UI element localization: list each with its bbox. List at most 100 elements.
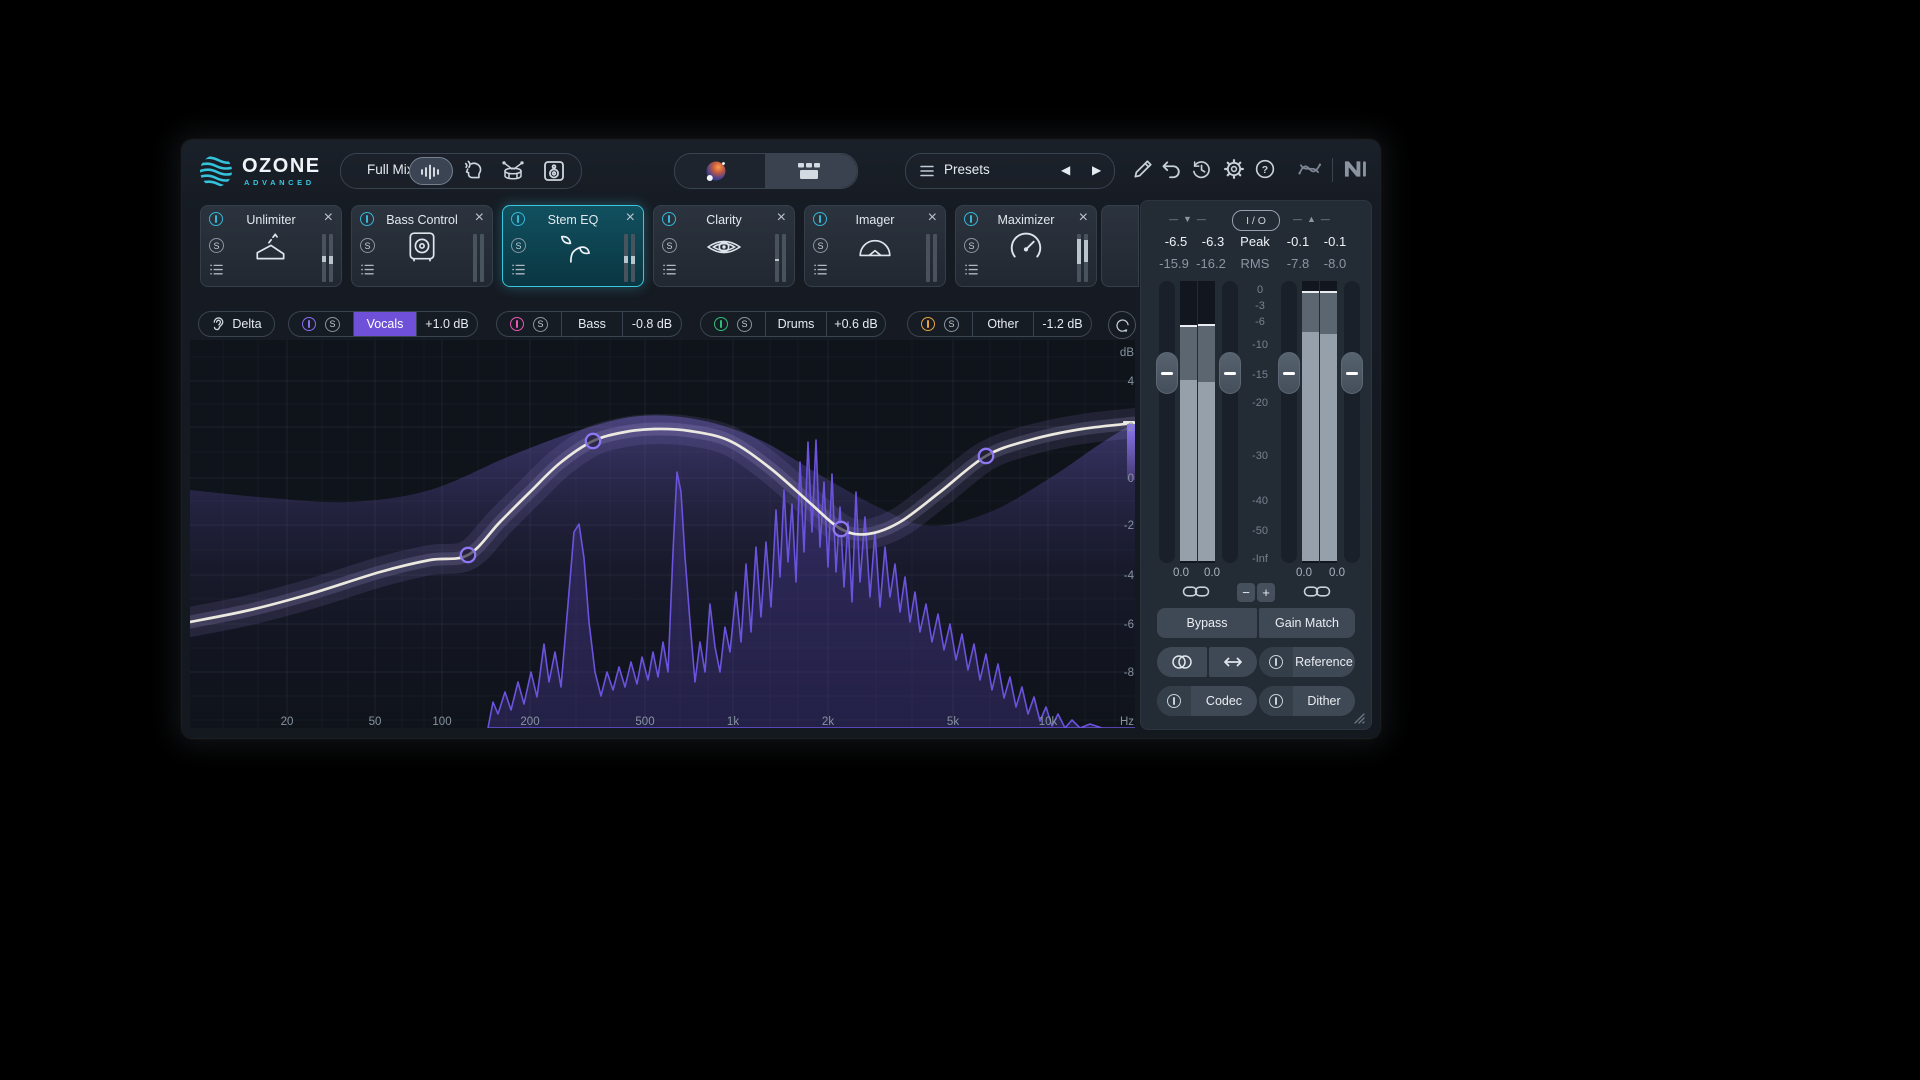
left-right-arrows-icon [1221, 656, 1245, 668]
stem-solo-button[interactable]: S [533, 317, 548, 332]
ear-icon [211, 316, 226, 333]
output-channel-link-icon[interactable] [1303, 584, 1331, 599]
eq-band-node-2[interactable] [586, 434, 600, 448]
stem-reset-button[interactable] [1108, 311, 1136, 339]
settings-gear-icon[interactable] [1223, 158, 1245, 180]
stem-eq-spectrum-view[interactable]: 20501002005001k2k5k10kHzdB420-2-4-6-8 [190, 340, 1135, 733]
codec-power-icon[interactable] [1167, 694, 1181, 708]
stem-power-toggle[interactable] [302, 317, 316, 331]
mono-stereo-button[interactable] [1157, 647, 1207, 677]
module-preset-list-icon[interactable] [511, 263, 526, 276]
stem-solo-button[interactable]: S [737, 317, 752, 332]
spectrum-mode-icon[interactable] [418, 160, 442, 184]
stem-gain-value[interactable]: -1.2 dB [1033, 312, 1091, 336]
edit-icon[interactable] [1132, 158, 1154, 180]
preset-list-icon[interactable] [919, 164, 935, 178]
gain-fader-handle-2[interactable] [1219, 352, 1241, 394]
db-tick-label: 4 [1128, 376, 1135, 388]
swap-channels-button[interactable] [1209, 647, 1257, 677]
app-title: OZONE [242, 155, 321, 178]
module-preset-list-icon[interactable] [360, 263, 375, 276]
reference-power-icon[interactable] [1269, 655, 1283, 669]
module-close-icon[interactable]: × [1079, 209, 1088, 227]
module-close-icon[interactable]: × [475, 209, 484, 227]
gain-fader-track-1[interactable] [1159, 281, 1175, 563]
preset-prev-button[interactable]: ◀ [1061, 163, 1070, 177]
stem-power-toggle[interactable] [921, 317, 935, 331]
module-close-icon[interactable]: × [928, 209, 937, 227]
module-meter-right [329, 234, 333, 282]
output-gain-right[interactable]: 0.0 [1319, 567, 1355, 579]
module-preset-list-icon[interactable] [209, 263, 224, 276]
meter-zoom-in-button[interactable]: + [1257, 583, 1275, 602]
preset-next-button[interactable]: ▶ [1092, 163, 1101, 177]
stem-group-drums: S Drums+0.6 dB [700, 311, 886, 337]
input-meter-collapse[interactable]: —▼— [1169, 214, 1206, 224]
module-close-icon[interactable]: × [777, 209, 786, 227]
module-close-icon[interactable]: × [626, 209, 635, 227]
stem-gain-value[interactable]: +0.6 dB [826, 312, 885, 336]
output-gain-left[interactable]: 0.0 [1286, 567, 1322, 579]
gain-fader-handle-3[interactable] [1278, 352, 1300, 394]
module-close-icon[interactable]: × [324, 209, 333, 227]
stem-power-toggle[interactable] [714, 317, 728, 331]
undo-icon[interactable] [1159, 158, 1181, 180]
output-meter-collapse[interactable]: —▲— [1293, 214, 1330, 224]
dither-button[interactable]: Dither [1259, 686, 1355, 716]
peak-label: Peak [1233, 234, 1277, 249]
io-toggle[interactable]: I / O [1232, 210, 1280, 231]
module-preset-list-icon[interactable] [813, 263, 828, 276]
eq-band-node-3[interactable] [834, 522, 848, 536]
vocal-mode-icon[interactable] [462, 159, 486, 183]
stem-gain-value[interactable]: -0.8 dB [622, 312, 681, 336]
module-card-unlimiter[interactable]: Unlimiter×S [200, 205, 342, 287]
module-title: Stem EQ [503, 213, 643, 227]
gain-fader-track-3[interactable] [1281, 281, 1297, 563]
meter-scale-label: -50 [1238, 525, 1282, 537]
input-channel-link-icon[interactable] [1182, 584, 1210, 599]
meter-zoom-out-button[interactable]: − [1237, 583, 1255, 602]
gain-match-button[interactable]: Gain Match [1259, 608, 1355, 638]
module-meter-left [473, 234, 477, 282]
stem-tab-vocals[interactable]: Vocals [353, 312, 416, 336]
history-icon[interactable] [1190, 158, 1212, 180]
gain-fader-handle-1[interactable] [1156, 352, 1178, 394]
detailed-view-icon[interactable] [796, 161, 822, 181]
module-card-stem-eq[interactable]: Stem EQ×S [502, 205, 644, 287]
input-rms-right: -16.2 [1189, 256, 1233, 271]
delta-button[interactable]: Delta [198, 311, 275, 337]
assistant-view-toggle[interactable] [674, 153, 858, 189]
module-card-clarity[interactable]: Clarity×S [653, 205, 795, 287]
mix-target-selector[interactable]: Full Mix [340, 153, 582, 189]
module-preset-list-icon[interactable] [662, 263, 677, 276]
drum-mode-icon[interactable] [501, 159, 525, 183]
stem-controls: S [497, 312, 561, 336]
reference-button[interactable]: Reference [1259, 647, 1355, 677]
module-card-maximizer[interactable]: Maximizer×S [955, 205, 1097, 287]
eq-band-node-1[interactable] [461, 548, 475, 562]
stem-power-toggle[interactable] [510, 317, 524, 331]
assistant-sphere-icon[interactable] [703, 158, 729, 184]
stem-tab-bass[interactable]: Bass [561, 312, 622, 336]
presets-browser[interactable]: Presets ◀ ▶ [905, 153, 1115, 189]
module-preset-list-icon[interactable] [964, 263, 979, 276]
bypass-button[interactable]: Bypass [1157, 608, 1257, 638]
stem-tab-drums[interactable]: Drums [765, 312, 826, 336]
module-card-imager[interactable]: Imager×S [804, 205, 946, 287]
stem-tab-other[interactable]: Other [972, 312, 1033, 336]
dither-power-icon[interactable] [1269, 694, 1283, 708]
gain-fader-track-4[interactable] [1344, 281, 1360, 563]
gain-fader-track-2[interactable] [1222, 281, 1238, 563]
speaker-mode-icon[interactable] [542, 159, 566, 183]
input-gain-right[interactable]: 0.0 [1194, 567, 1230, 579]
resize-grip[interactable] [1351, 710, 1365, 724]
codec-button[interactable]: Codec [1157, 686, 1257, 716]
eq-band-node-4[interactable] [979, 449, 993, 463]
stem-gain-value[interactable]: +1.0 dB [416, 312, 477, 336]
module-slot-partial[interactable] [1101, 205, 1139, 287]
module-card-bass-control[interactable]: Bass Control×S [351, 205, 493, 287]
stem-solo-button[interactable]: S [325, 317, 340, 332]
gain-fader-handle-4[interactable] [1341, 352, 1363, 394]
stem-solo-button[interactable]: S [944, 317, 959, 332]
help-icon[interactable]: ? [1254, 158, 1276, 180]
